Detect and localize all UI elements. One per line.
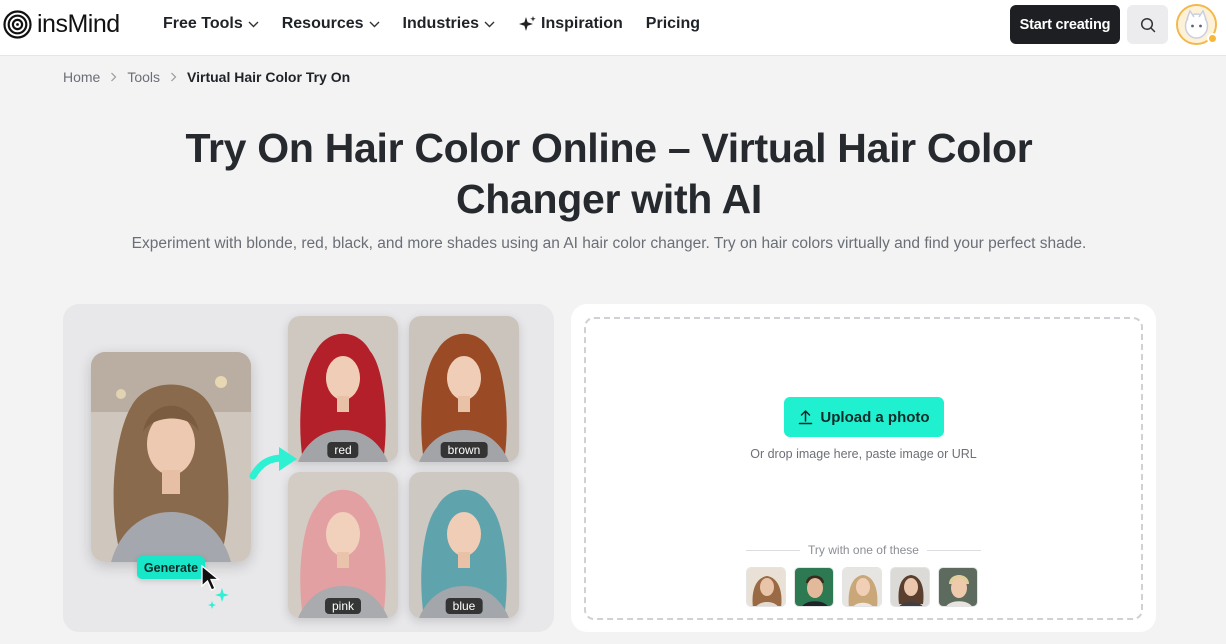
variant-label: brown xyxy=(440,442,488,458)
upload-photo-button[interactable]: Upload a photo xyxy=(784,397,944,437)
main-nav: Free Tools Resources Industries Inspirat… xyxy=(163,13,723,35)
breadcrumb-tools[interactable]: Tools xyxy=(127,69,160,85)
chevron-down-icon xyxy=(484,21,495,28)
nav-label: Inspiration xyxy=(541,15,623,32)
top-navigation-bar: insMind Free Tools Resources Industries … xyxy=(0,0,1226,56)
sample-image[interactable] xyxy=(842,567,882,607)
nav-inspiration[interactable]: Inspiration xyxy=(518,15,623,34)
chevron-right-icon xyxy=(170,72,177,82)
nav-label: Resources xyxy=(281,15,364,32)
search-button[interactable] xyxy=(1127,5,1168,44)
drop-hint-text: Or drop image here, paste image or URL xyxy=(750,447,977,461)
variant-tile-pink: pink xyxy=(288,472,398,618)
variant-tile-brown: brown xyxy=(409,316,519,462)
sample-image[interactable] xyxy=(746,567,786,607)
nav-free-tools[interactable]: Free Tools xyxy=(163,15,259,33)
search-icon xyxy=(1140,17,1155,32)
hair-color-showcase: red brown pink blue Generate xyxy=(63,304,554,632)
breadcrumb: Home Tools Virtual Hair Color Try On xyxy=(63,69,350,85)
variant-tile-blue: blue xyxy=(409,472,519,618)
upload-dropzone[interactable]: Upload a photo Or drop image here, paste… xyxy=(584,317,1143,620)
sparkle-icon xyxy=(518,15,537,34)
upload-icon xyxy=(799,410,813,425)
avatar-badge xyxy=(1207,33,1218,44)
breadcrumb-current: Virtual Hair Color Try On xyxy=(187,69,351,85)
arrow-right-icon xyxy=(249,447,297,480)
chevron-down-icon xyxy=(248,21,259,28)
logo[interactable]: insMind xyxy=(3,9,120,39)
logo-text: insMind xyxy=(37,9,120,38)
try-samples-label: Try with one of these xyxy=(808,543,919,557)
upload-button-label: Upload a photo xyxy=(820,408,930,426)
page-title: Try On Hair Color Online – Virtual Hair … xyxy=(185,125,1033,222)
variant-label: blue xyxy=(445,598,483,614)
sample-image[interactable] xyxy=(938,567,978,607)
nav-industries[interactable]: Industries xyxy=(403,15,495,33)
nav-label: Free Tools xyxy=(163,15,243,32)
chevron-down-icon xyxy=(369,21,380,28)
variant-tile-red: red xyxy=(288,316,398,462)
variant-label: red xyxy=(327,442,359,458)
original-portrait-image xyxy=(91,352,251,562)
sample-images xyxy=(746,567,978,607)
variant-label: pink xyxy=(324,598,362,614)
sample-image[interactable] xyxy=(890,567,930,607)
upload-panel: Upload a photo Or drop image here, paste… xyxy=(571,304,1156,632)
start-creating-button[interactable]: Start creating xyxy=(1010,5,1120,44)
divider-line xyxy=(746,549,801,551)
sample-divider: Try with one of these xyxy=(746,543,982,557)
generate-button[interactable]: Generate xyxy=(137,556,205,579)
page-subtitle: Experiment with blonde, red, black, and … xyxy=(131,235,1087,252)
divider-line xyxy=(926,549,982,551)
chevron-right-icon xyxy=(110,72,117,82)
nav-label: Industries xyxy=(402,15,480,32)
sample-image[interactable] xyxy=(794,567,834,607)
nav-label: Pricing xyxy=(645,15,701,32)
sparkle-icon xyxy=(208,588,229,609)
nav-pricing[interactable]: Pricing xyxy=(646,15,700,33)
logo-swirl-icon xyxy=(3,9,32,39)
breadcrumb-home[interactable]: Home xyxy=(63,69,100,85)
nav-resources[interactable]: Resources xyxy=(282,15,380,33)
